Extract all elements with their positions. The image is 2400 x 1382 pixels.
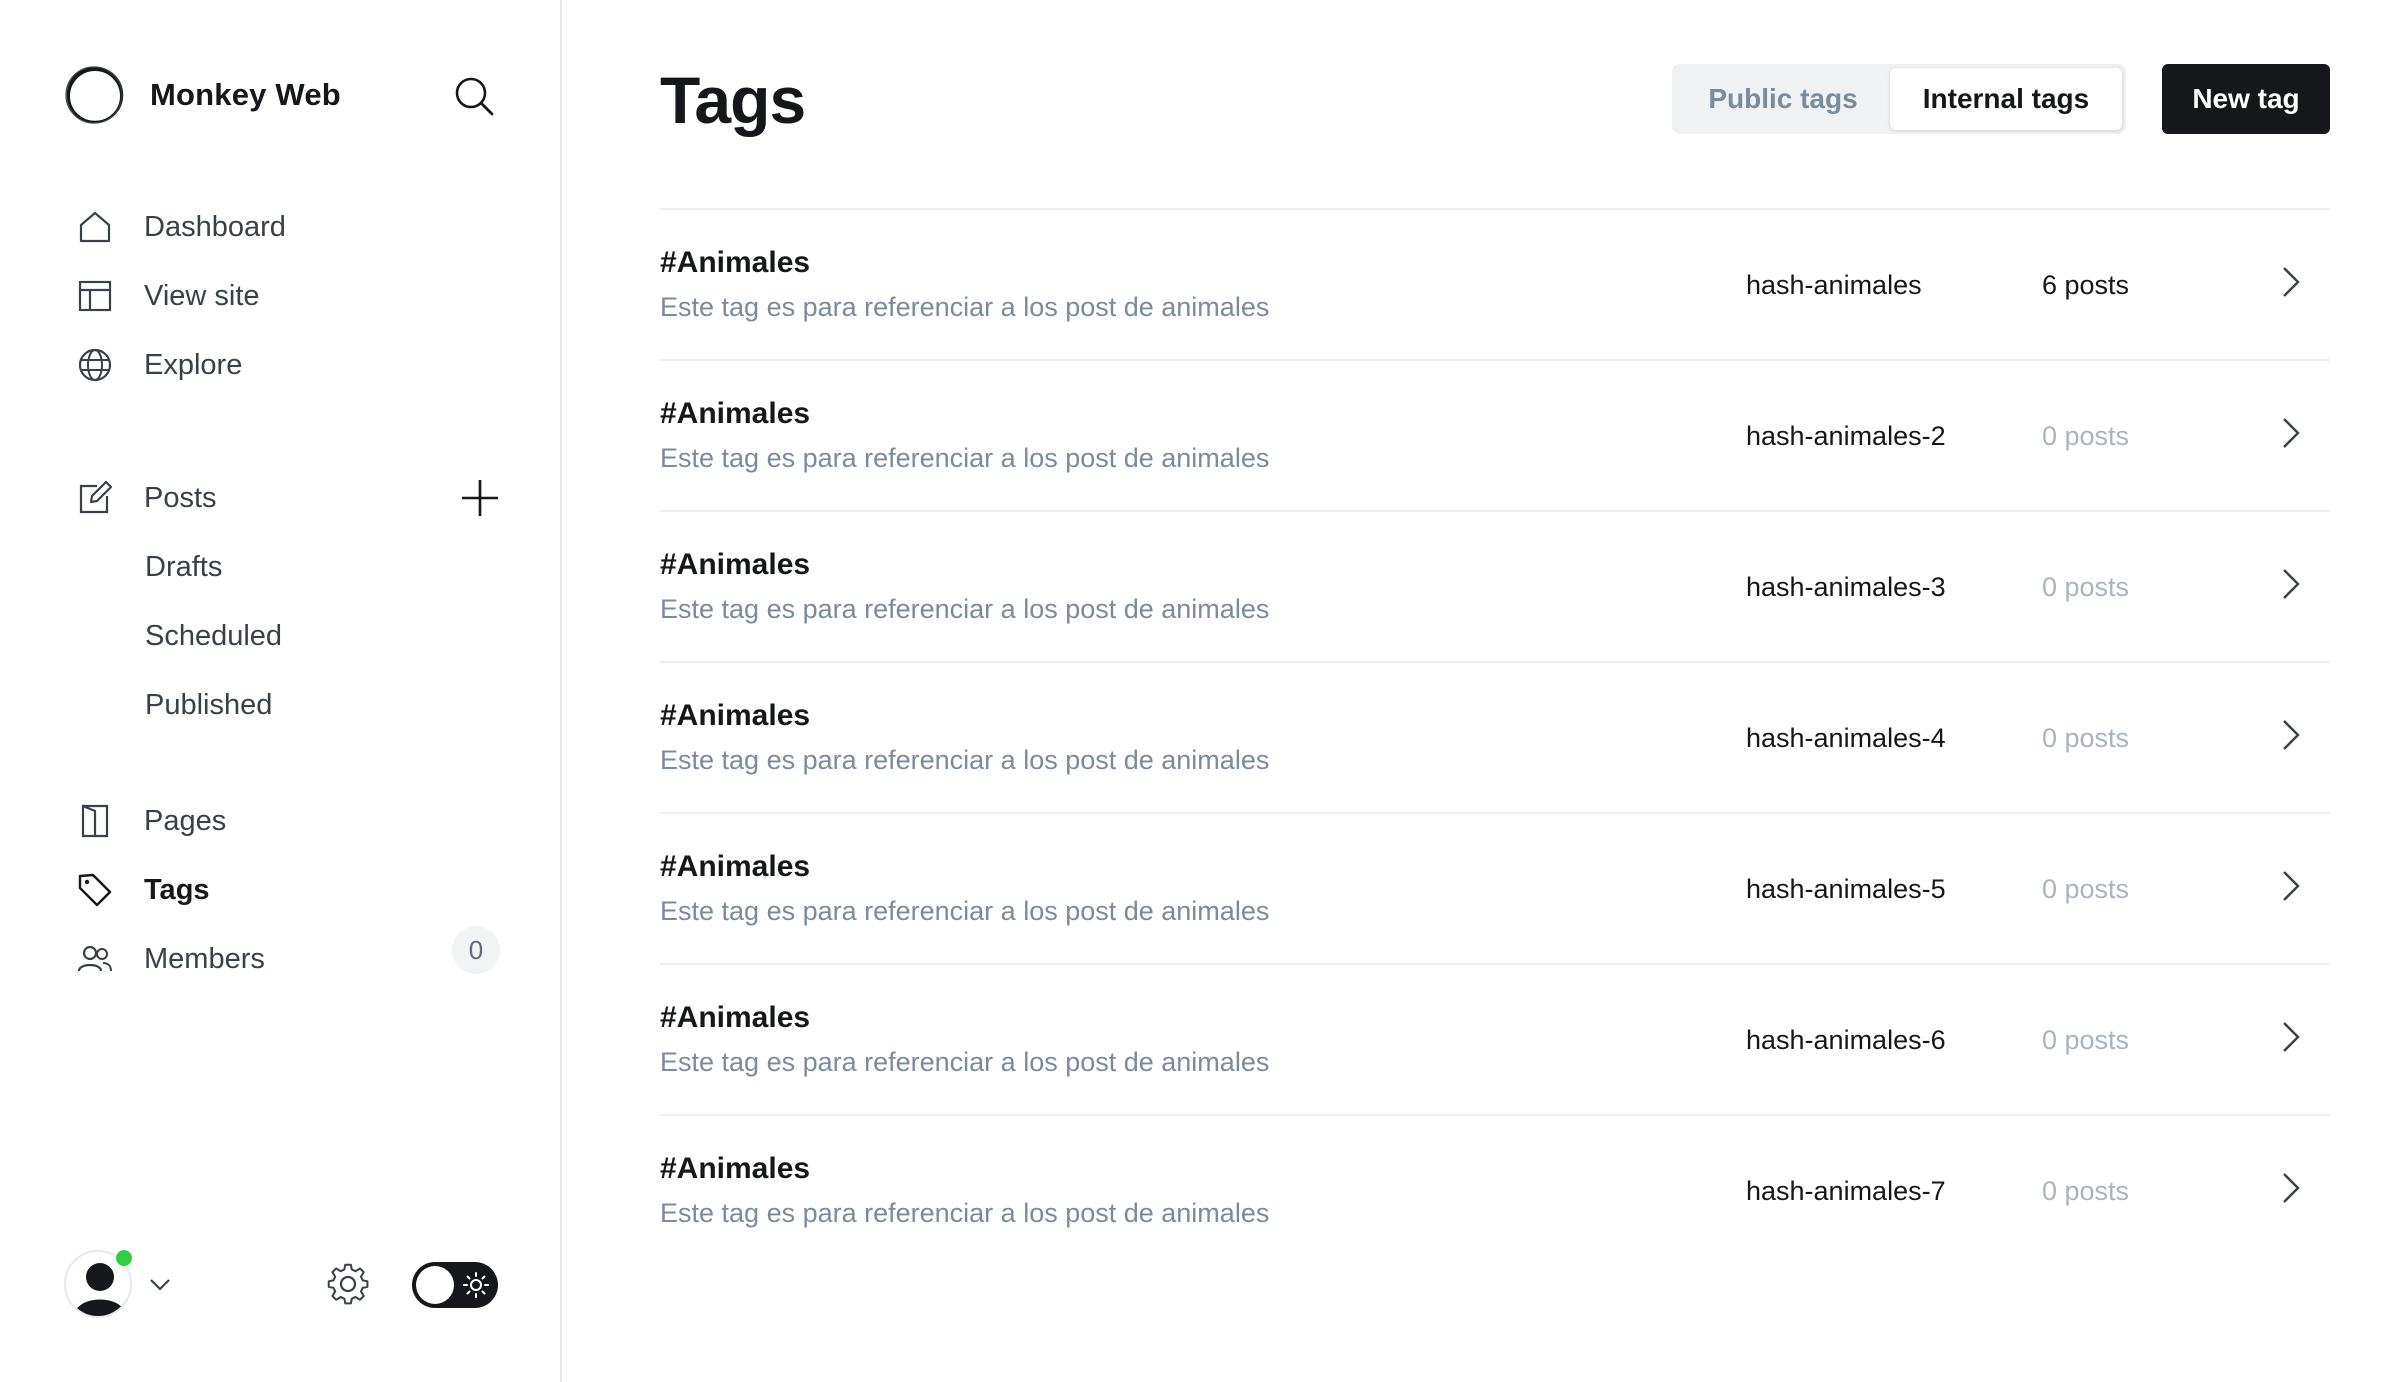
sidebar-item-label: Dashboard — [144, 210, 286, 243]
tag-slug: hash-animales-5 — [1746, 874, 1946, 904]
main-content: Tags Public tags Internal tags New tag #… — [562, 0, 2400, 1382]
tab-internal-tags[interactable]: Internal tags — [1890, 68, 2122, 130]
home-icon — [76, 208, 114, 246]
tag-slug: hash-animales-2 — [1746, 421, 1946, 451]
theme-toggle[interactable] — [412, 1262, 498, 1308]
chevron-right-icon — [2283, 1022, 2300, 1052]
sidebar-item-explore[interactable]: Explore — [76, 338, 242, 392]
tag-name: #Animales — [660, 548, 811, 581]
sidebar-item-label: Pages — [144, 804, 227, 837]
plus-icon[interactable] — [458, 476, 502, 520]
tag-name: #Animales — [660, 246, 811, 279]
tag-name: #Animales — [660, 1152, 811, 1185]
sidebar-item-scheduled[interactable]: Scheduled — [145, 609, 282, 663]
tag-post-count[interactable]: 0 posts — [2042, 421, 2129, 452]
sidebar-item-view-site[interactable]: View site — [76, 269, 260, 323]
admin-app: Monkey Web Dashboard View site Explore P… — [0, 0, 2400, 1382]
online-status-dot — [114, 1248, 134, 1268]
chevron-right-icon — [2283, 720, 2300, 750]
tag-name: #Animales — [660, 397, 811, 430]
table-row[interactable]: #Animales Este tag es para referenciar a… — [660, 814, 2330, 965]
gear-icon[interactable] — [326, 1262, 370, 1306]
sidebar-item-label: View site — [144, 279, 260, 312]
search-icon[interactable] — [452, 74, 496, 118]
tag-description: Este tag es para referenciar a los post … — [660, 896, 1270, 926]
sidebar-item-pages[interactable]: Pages — [76, 794, 226, 848]
table-row[interactable]: #Animales Este tag es para referenciar a… — [660, 361, 2330, 512]
tag-icon — [76, 871, 114, 909]
tag-name: #Animales — [660, 850, 811, 883]
chevron-right-icon — [2283, 418, 2300, 448]
chevron-right-icon — [2283, 871, 2300, 901]
sidebar-item-members[interactable]: Members — [76, 932, 265, 986]
brand-logo-icon — [65, 66, 124, 124]
page-title: Tags — [660, 63, 806, 137]
chevron-down-icon[interactable] — [148, 1272, 172, 1296]
edit-icon — [76, 479, 114, 517]
tag-description: Este tag es para referenciar a los post … — [660, 443, 1270, 473]
table-row[interactable]: #Animales Este tag es para referenciar a… — [660, 210, 2330, 361]
tag-type-switcher: Public tags Internal tags — [1672, 64, 2126, 134]
tag-post-count[interactable]: 0 posts — [2042, 723, 2129, 754]
sidebar-item-label: Members — [144, 942, 265, 975]
tag-description: Este tag es para referenciar a los post … — [660, 594, 1270, 624]
table-row[interactable]: #Animales Este tag es para referenciar a… — [660, 1116, 2330, 1267]
sun-icon — [463, 1272, 489, 1298]
table-row[interactable]: #Animales Este tag es para referenciar a… — [660, 965, 2330, 1116]
members-icon — [76, 940, 114, 978]
tag-slug: hash-animales-4 — [1746, 723, 1946, 753]
tag-name: #Animales — [660, 699, 811, 732]
sidebar-item-dashboard[interactable]: Dashboard — [76, 200, 286, 254]
tag-name: #Animales — [660, 1001, 811, 1034]
sidebar-item-label: Tags — [144, 873, 210, 906]
tab-public-tags[interactable]: Public tags — [1676, 68, 1890, 130]
sidebar-item-tags[interactable]: Tags — [76, 863, 210, 917]
sidebar-item-posts[interactable]: Posts — [76, 471, 217, 525]
tag-list: #Animales Este tag es para referenciar a… — [660, 208, 2330, 1267]
brand-name: Monkey Web — [150, 77, 341, 112]
tag-post-count[interactable]: 0 posts — [2042, 572, 2129, 603]
tag-slug: hash-animales-7 — [1746, 1176, 1946, 1206]
tag-slug: hash-animales — [1746, 270, 1922, 300]
tag-description: Este tag es para referenciar a los post … — [660, 745, 1270, 775]
table-row[interactable]: #Animales Este tag es para referenciar a… — [660, 512, 2330, 663]
chevron-right-icon — [2283, 569, 2300, 599]
globe-icon — [76, 346, 114, 384]
sidebar-item-drafts[interactable]: Drafts — [145, 540, 222, 594]
sidebar: Monkey Web Dashboard View site Explore P… — [0, 0, 562, 1382]
tag-post-count[interactable]: 0 posts — [2042, 1025, 2129, 1056]
tag-description: Este tag es para referenciar a los post … — [660, 292, 1270, 322]
chevron-right-icon — [2283, 267, 2300, 297]
page-icon — [76, 802, 114, 840]
theme-toggle-knob — [416, 1266, 454, 1304]
layout-icon — [76, 277, 114, 315]
tag-post-count[interactable]: 0 posts — [2042, 874, 2129, 905]
sidebar-item-published[interactable]: Published — [145, 678, 272, 732]
tag-slug: hash-animales-3 — [1746, 572, 1946, 602]
members-count-badge: 0 — [452, 926, 500, 974]
brand[interactable]: Monkey Web — [64, 64, 341, 126]
table-row[interactable]: #Animales Este tag es para referenciar a… — [660, 663, 2330, 814]
new-tag-button[interactable]: New tag — [2162, 64, 2330, 134]
tag-post-count[interactable]: 6 posts — [2042, 270, 2129, 301]
tag-post-count[interactable]: 0 posts — [2042, 1176, 2129, 1207]
tag-slug: hash-animales-6 — [1746, 1025, 1946, 1055]
tag-description: Este tag es para referenciar a los post … — [660, 1047, 1270, 1077]
tag-description: Este tag es para referenciar a los post … — [660, 1198, 1270, 1228]
chevron-right-icon — [2283, 1173, 2300, 1203]
sidebar-item-label: Explore — [144, 348, 243, 381]
sidebar-item-label: Posts — [144, 481, 217, 514]
